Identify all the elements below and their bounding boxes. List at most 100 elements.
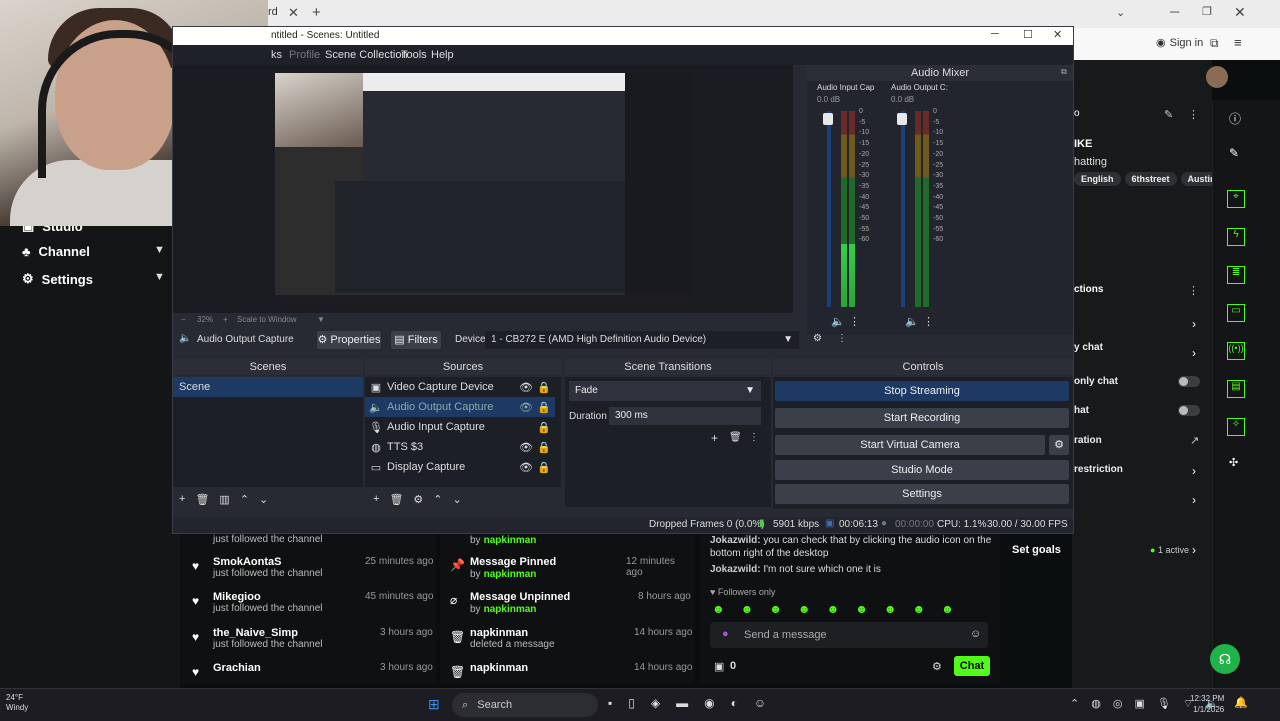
discord-icon[interactable]: ☺ <box>754 696 766 710</box>
mixer-settings-icon[interactable]: ⚙ <box>813 333 822 344</box>
more-icon[interactable]: ⋮ <box>1188 108 1199 121</box>
explorer-icon[interactable]: ▬ <box>676 696 688 710</box>
menu-icon[interactable]: ≡ <box>1234 35 1242 50</box>
source-item[interactable]: ▭ Display Capture 👁 🔒 <box>365 457 555 477</box>
chevron-right-icon[interactable]: › <box>1192 543 1196 557</box>
stop-streaming-button[interactable]: Stop Streaming <box>775 381 1069 401</box>
edit-icon[interactable]: ✎ <box>1164 108 1173 121</box>
eye-icon[interactable]: 👁 <box>519 461 533 474</box>
lock-icon[interactable]: 🔒 <box>537 421 551 434</box>
trash-icon[interactable]: 🗑 <box>389 493 403 506</box>
speaker-icon[interactable]: 🔈 <box>831 315 845 328</box>
signin-button[interactable]: ◉ Sign in <box>1156 36 1203 50</box>
broadcast-icon[interactable]: ((•)) <box>1227 342 1245 360</box>
minimize-icon[interactable]: ─ <box>991 28 999 40</box>
more-icon[interactable]: ⋮ <box>1188 284 1199 297</box>
chevron-right-icon[interactable]: › <box>1192 317 1196 331</box>
tag-chip[interactable]: English <box>1074 172 1121 186</box>
taskview-icon[interactable]: ▪ <box>608 696 612 710</box>
add-icon[interactable]: + <box>373 493 379 506</box>
external-link-icon[interactable]: ↗ <box>1190 434 1199 447</box>
start-recording-button[interactable]: Start Recording <box>775 408 1069 428</box>
tray-icon[interactable]: ◍ <box>1091 697 1101 711</box>
close-window-icon[interactable]: ✕ <box>1234 4 1246 21</box>
chevron-up-icon[interactable]: ⌃ <box>1070 697 1079 711</box>
duration-input[interactable]: 300 ms <box>609 407 761 425</box>
emote-icon[interactable]: ☻ <box>827 602 840 616</box>
menu-help[interactable]: Help <box>431 49 454 61</box>
eye-icon[interactable]: 👁 <box>519 441 533 454</box>
virtual-camera-settings-icon[interactable]: ⚙ <box>1049 435 1069 455</box>
chat-input[interactable]: ● Send a message ☺ <box>710 622 988 648</box>
chat-send-button[interactable]: Chat <box>954 656 990 676</box>
mic-icon[interactable]: 🎙 <box>1157 697 1171 711</box>
goals-label[interactable]: Set goals <box>1012 544 1061 556</box>
files-icon[interactable]: ▯ <box>628 696 635 710</box>
source-item[interactable]: 🎙 Audio Input Capture 🔒 <box>365 417 555 437</box>
menu-scene-collection[interactable]: Scene Collection <box>325 49 408 61</box>
weather-widget[interactable]: 24°F Windy <box>6 693 28 713</box>
more-icon[interactable]: ⋮ <box>849 315 860 328</box>
scale-mode[interactable]: Scale to Window <box>237 315 297 324</box>
volume-slider-handle[interactable] <box>897 113 907 125</box>
event-user[interactable]: the_Naive_Simp <box>213 627 323 639</box>
avatar[interactable] <box>1206 66 1228 88</box>
emote-icon[interactable]: ☻ <box>855 602 868 616</box>
lock-icon[interactable]: 🔒 <box>537 381 551 394</box>
menu-tools[interactable]: Tools <box>401 49 427 61</box>
menu-profile[interactable]: Profile <box>289 49 320 61</box>
tray-icon[interactable]: ▣ <box>1134 697 1144 711</box>
add-icon[interactable]: + <box>179 493 185 506</box>
chat-user[interactable]: Jokazwild: <box>710 535 761 546</box>
start-virtual-camera-button[interactable]: Start Virtual Camera <box>775 435 1045 455</box>
preview-panel[interactable]: − 32% + Scale to Window ▼ <box>173 65 793 324</box>
chevron-down-icon[interactable]: ▼ <box>154 244 165 256</box>
trash-icon[interactable]: 🗑 <box>729 432 742 443</box>
event-title[interactable]: napkinman <box>470 627 555 639</box>
pen-icon[interactable]: ✎ <box>1229 146 1239 160</box>
tray-icon[interactable]: ◎ <box>1113 697 1123 711</box>
speaker-icon[interactable]: 🔈 <box>905 315 919 328</box>
trash-icon[interactable]: 🗑 <box>195 493 209 506</box>
chevron-down-icon[interactable]: ▼ <box>317 315 325 324</box>
emote-icon[interactable]: ☻ <box>769 602 782 616</box>
close-icon[interactable]: ✕ <box>1053 28 1062 41</box>
add-icon[interactable]: + <box>711 431 718 445</box>
lightning-icon[interactable]: ϟ <box>1227 228 1245 246</box>
menu-docks[interactable]: ks <box>271 49 282 61</box>
gift-icon[interactable]: ▣ <box>714 660 724 673</box>
more-icon[interactable]: ⋮ <box>749 432 759 443</box>
wrench-icon[interactable]: ✧ <box>1227 418 1245 436</box>
filters-button[interactable]: ▤ Filters <box>391 331 441 349</box>
help-button[interactable]: ☊ <box>1210 644 1240 674</box>
new-tab-icon[interactable]: + <box>312 4 321 21</box>
toggle[interactable] <box>1178 376 1200 387</box>
browser-tab-title[interactable]: rd <box>268 6 278 18</box>
volume-slider-handle[interactable] <box>823 113 833 125</box>
chat-user[interactable]: Jokazwild: <box>710 564 761 575</box>
apps-icon[interactable]: ✣ <box>1229 456 1238 469</box>
chevron-down-icon[interactable]: ▼ <box>154 271 165 283</box>
lock-icon[interactable]: 🔒 <box>537 401 551 414</box>
lock-icon[interactable]: 🔒 <box>537 441 551 454</box>
event-moderator[interactable]: napkinman <box>484 604 537 615</box>
zoom-in-icon[interactable]: + <box>223 315 228 324</box>
close-tab-icon[interactable]: ✕ <box>288 5 299 21</box>
gear-icon[interactable]: ⚙ <box>413 493 423 506</box>
restore-icon[interactable]: ❐ <box>1202 5 1212 18</box>
clock[interactable]: 12:32 PM 1/1/2026 <box>1190 693 1224 715</box>
event-moderator[interactable]: napkinman <box>484 569 537 580</box>
more-icon[interactable]: ⋮ <box>837 333 847 344</box>
emoji-icon[interactable]: ☺ <box>970 628 981 640</box>
gear-icon[interactable]: ⚙ <box>932 660 942 673</box>
extensions-icon[interactable]: ⧉ <box>1210 36 1219 51</box>
start-icon[interactable]: ⊞ <box>428 696 440 713</box>
transition-select[interactable]: Fade ▼ <box>569 381 761 401</box>
chevron-right-icon[interactable]: › <box>1192 346 1196 360</box>
event-user[interactable]: Mikegioo <box>213 591 323 603</box>
taskbar-search[interactable]: ⌕ Search <box>452 693 598 717</box>
doc-icon[interactable]: ≣ <box>1227 266 1245 284</box>
sidebar-item-settings[interactable]: ⚙ Settings <box>22 271 93 287</box>
toggle[interactable] <box>1178 405 1200 416</box>
emote-icon[interactable]: ☻ <box>712 602 725 616</box>
